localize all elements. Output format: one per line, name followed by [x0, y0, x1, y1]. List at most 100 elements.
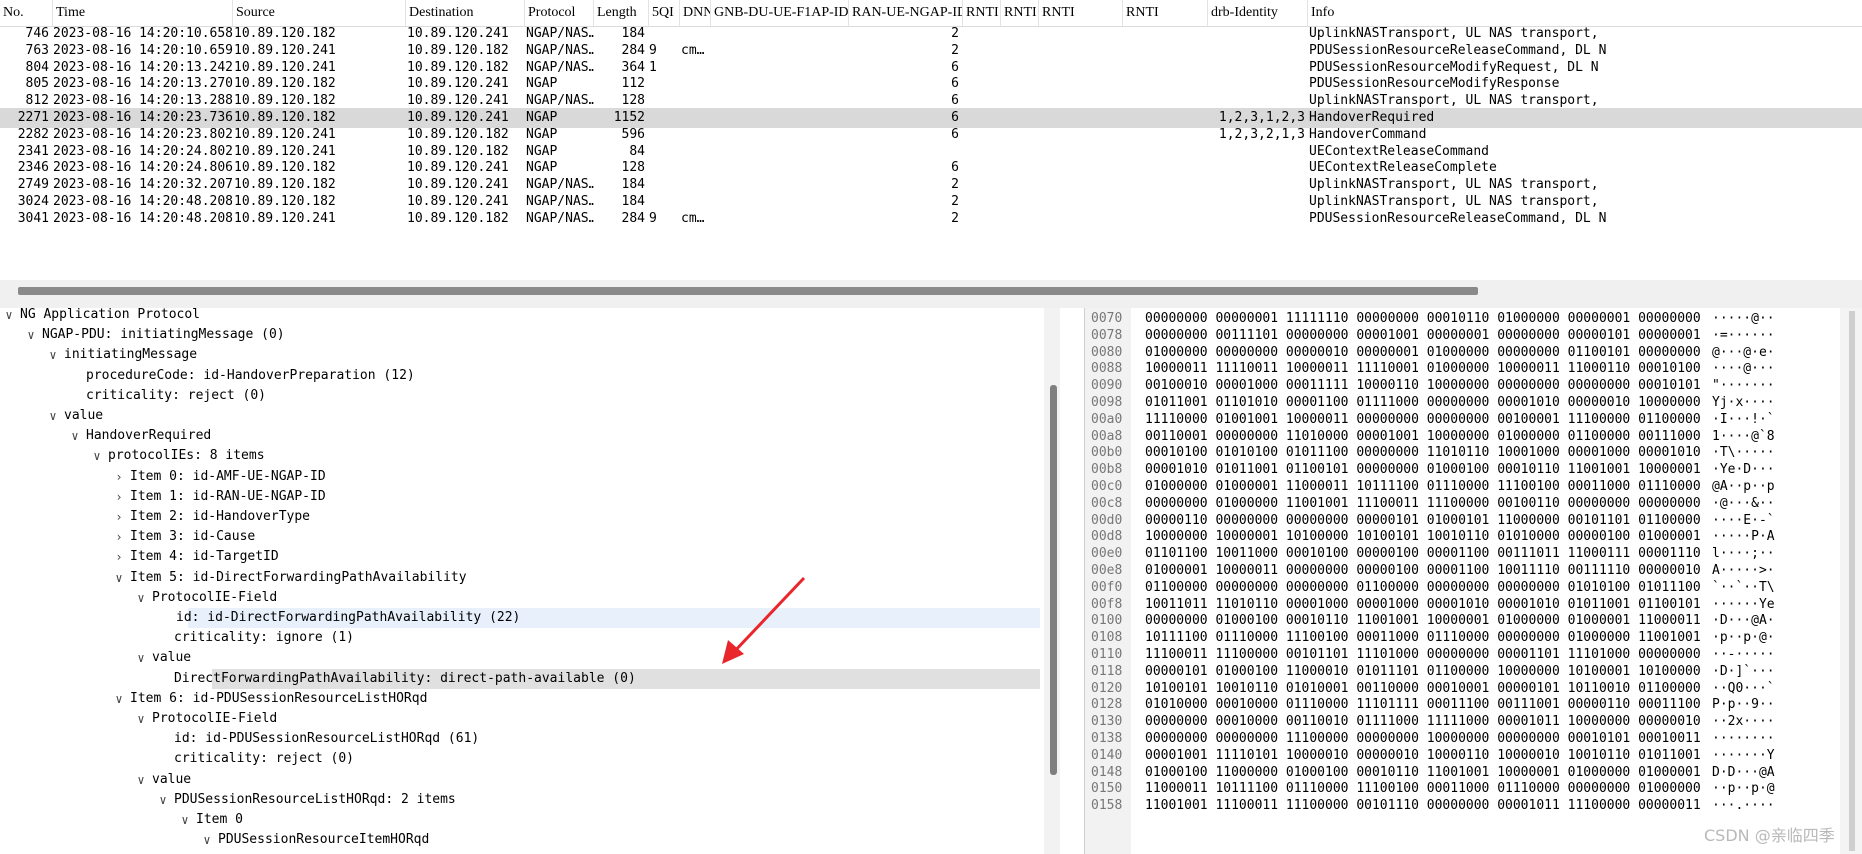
byte-offset: 0158 — [1091, 798, 1123, 814]
tree-node-label: Item 5: id-DirectForwardingPathAvailabil… — [130, 569, 467, 585]
chevron-right-icon[interactable]: › — [112, 547, 126, 567]
chevron-down-icon[interactable]: ∨ — [134, 588, 148, 608]
packet-info: PDUSessionResourceReleaseCommand, DL N — [1309, 210, 1607, 226]
column-header[interactable]: Info — [1307, 0, 1862, 26]
tree-node-label: HandoverRequired — [86, 428, 212, 444]
tree-node[interactable]: ∨ Item 5: id-DirectForwardingPathAvailabi… — [0, 568, 1040, 588]
chevron-down-icon[interactable]: ∨ — [156, 790, 170, 810]
packet-source: 10.89.120.241 — [234, 210, 336, 226]
tree-node-label: Item 1: id-RAN-UE-NGAP-ID — [130, 488, 326, 504]
chevron-down-icon[interactable]: ∨ — [134, 648, 148, 668]
column-header[interactable]: No. — [0, 0, 52, 26]
tree-node[interactable]: ∨ value — [0, 770, 1040, 790]
column-header[interactable]: DNN — [679, 0, 710, 26]
chevron-right-icon[interactable]: › — [112, 527, 126, 547]
chevron-down-icon[interactable]: ∨ — [2, 308, 16, 325]
column-header[interactable]: drb-Identity — [1207, 0, 1307, 26]
packet-du-id — [712, 209, 848, 229]
tree-node[interactable]: procedureCode: id-HandoverPreparation (1… — [0, 366, 1040, 386]
packet-list-scroll-thumb[interactable] — [18, 287, 1478, 295]
column-header[interactable]: Time — [52, 0, 232, 26]
tree-node[interactable]: ∨ ProtocolIE-Field — [0, 709, 1040, 729]
column-header[interactable]: 5QI — [648, 0, 679, 26]
tree-node[interactable]: id: id-PDUSessionResourceListHORqd (61) — [0, 729, 1040, 749]
packet-length: 284 — [621, 210, 645, 226]
tree-node-label: Item 3: id-Cause — [130, 529, 256, 545]
column-header[interactable]: RNTI — [1000, 0, 1038, 26]
tree-node[interactable]: ∨ Item 0 — [0, 810, 1040, 830]
chevron-right-icon[interactable]: › — [112, 507, 126, 527]
chevron-down-icon[interactable]: ∨ — [112, 689, 126, 709]
tree-scroll-thumb[interactable] — [1050, 385, 1057, 775]
tree-node-label: PDUSessionResourceListHORqd: 2 items — [174, 791, 456, 807]
tree-node[interactable]: ∨ PDUSessionResourceItemHORqd — [0, 830, 1040, 850]
tree-node-label: initiatingMessage — [64, 347, 198, 363]
tree-node[interactable]: criticality: reject (0) — [0, 749, 1040, 769]
packet-protocol: NGAP/NAS… — [526, 210, 594, 226]
bytes-row[interactable]: 0158 11001001 11100011 11100000 00101110 … — [1085, 796, 1862, 816]
chevron-down-icon[interactable]: ∨ — [46, 406, 60, 426]
tree-node[interactable]: › Item 1: id-RAN-UE-NGAP-ID — [0, 487, 1040, 507]
tree-node-label: Item 6: id-PDUSessionResourceListHORqd — [130, 690, 428, 706]
tree-node[interactable]: ∨ PDUSessionResourceListHORqd: 2 items — [0, 790, 1040, 810]
packet-dnn: cm… — [681, 210, 705, 226]
tree-node-label: value — [152, 650, 192, 666]
packet-destination: 10.89.120.182 — [407, 210, 509, 226]
tree-node[interactable]: ∨ NGAP-PDU: initiatingMessage (0) — [0, 325, 1040, 345]
chevron-down-icon[interactable]: ∨ — [68, 426, 82, 446]
chevron-down-icon[interactable]: ∨ — [134, 709, 148, 729]
tree-node[interactable]: criticality: ignore (1) — [0, 628, 1040, 648]
column-header[interactable]: RNTI — [1038, 0, 1122, 26]
tree-node-label: Item 0: id-AMF-UE-NGAP-ID — [130, 468, 326, 484]
tree-node-label: criticality: reject (0) — [86, 387, 267, 403]
tree-node[interactable]: › Item 3: id-Cause — [0, 527, 1040, 547]
column-header[interactable]: Protocol — [524, 0, 593, 26]
tree-node-label: procedureCode: id-HandoverPreparation (1… — [86, 367, 415, 383]
tree-node[interactable]: ∨ NG Application Protocol — [0, 308, 1040, 325]
tree-node-label: criticality: reject (0) — [174, 751, 355, 767]
tree-node[interactable]: ∨ value — [0, 648, 1040, 668]
chevron-down-icon[interactable]: ∨ — [200, 830, 214, 850]
tree-node[interactable]: DirectForwardingPathAvailability: direct… — [174, 668, 1040, 689]
packet-drb-identity — [1209, 209, 1305, 229]
tree-node-label: NGAP-PDU: initiatingMessage (0) — [42, 327, 285, 343]
packet-row[interactable]: 30412023-08-16 14:20:48.20896310.89.120.… — [0, 209, 1862, 229]
bytes-binary: 11001001 11100011 11100000 00101110 0000… — [1145, 798, 1701, 814]
packet-list[interactable]: No. Time Source Destination Protocol Length 5Q… — [0, 0, 1862, 276]
packet-details-tree[interactable]: ∨ NG Application Protocol ∨ NGAP-PDU: initi… — [0, 308, 1060, 854]
tree-node[interactable]: ∨ protocolIEs: 8 items — [0, 446, 1040, 466]
tree-node[interactable]: › Item 2: id-HandoverType — [0, 507, 1040, 527]
bytes-scroll-thumb[interactable] — [1849, 311, 1855, 851]
column-header[interactable]: RNTI — [962, 0, 1000, 26]
column-header[interactable]: GNB-DU-UE-F1AP-ID — [710, 0, 848, 26]
tree-node[interactable]: ∨ Item 6: id-PDUSessionResourceListHORqd — [0, 689, 1040, 709]
chevron-down-icon[interactable]: ∨ — [112, 568, 126, 588]
tree-node[interactable]: id: id-DirectForwardingPathAvailability … — [176, 608, 1040, 628]
column-header[interactable]: RNTI — [1122, 0, 1207, 26]
column-header[interactable]: RAN-UE-NGAP-ID — [848, 0, 962, 26]
column-header[interactable]: Destination — [405, 0, 524, 26]
column-header[interactable]: Length — [593, 0, 648, 26]
packet-ran-ue-ngap-id: 2 — [951, 210, 959, 226]
chevron-down-icon[interactable]: ∨ — [134, 770, 148, 790]
chevron-right-icon[interactable]: › — [112, 487, 126, 507]
chevron-down-icon[interactable]: ∨ — [24, 325, 38, 345]
tree-node[interactable]: › Item 4: id-TargetID — [0, 547, 1040, 567]
tree-node[interactable]: ∨ value — [0, 406, 1040, 426]
chevron-right-icon[interactable]: › — [112, 467, 126, 487]
tree-node[interactable]: criticality: reject (0) — [0, 386, 1040, 406]
tree-node[interactable]: ∨ initiatingMessage — [0, 345, 1040, 365]
chevron-down-icon[interactable]: ∨ — [90, 446, 104, 466]
chevron-down-icon[interactable]: ∨ — [46, 345, 60, 365]
column-header[interactable]: Source — [232, 0, 405, 26]
tree-node-label: value — [64, 408, 104, 423]
tree-node-label: protocolIEs: 8 items — [108, 448, 265, 464]
tree-node[interactable]: ∨ ProtocolIE-Field — [0, 588, 1040, 608]
tree-node-label: id: id-PDUSessionResourceListHORqd (61) — [174, 731, 480, 747]
tree-node[interactable]: › Item 0: id-AMF-UE-NGAP-ID — [0, 467, 1040, 487]
tree-node-label: Item 0 — [196, 812, 243, 827]
packet-bytes-pane[interactable]: 0070 00000000 00000001 11111110 00000000 … — [1084, 308, 1862, 854]
chevron-down-icon[interactable]: ∨ — [178, 810, 192, 830]
tree-node[interactable]: ∨ HandoverRequired — [0, 426, 1040, 446]
tree-node-label: DirectForwardingPathAvailability: direct… — [174, 670, 636, 686]
